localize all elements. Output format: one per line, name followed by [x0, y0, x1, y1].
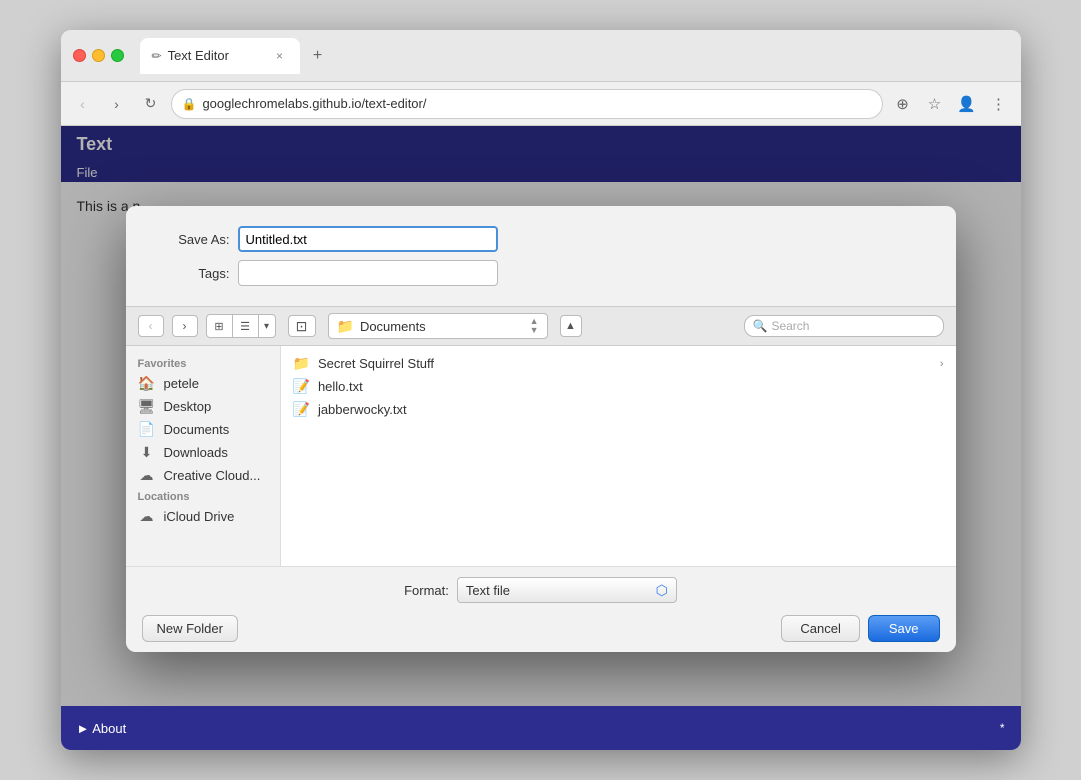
folder-icon-secret: 📁 [293, 355, 310, 372]
file-icon-jabberwocky: 📝 [293, 401, 310, 418]
icloud-icon: ☁ [138, 508, 156, 525]
location-text: Documents [360, 319, 426, 334]
bookmark-icon[interactable]: ☆ [921, 90, 949, 118]
icon-view-button[interactable]: ⊞ [207, 315, 233, 337]
menu-icon[interactable]: ⋮ [985, 90, 1013, 118]
view-toggle: ⊞ ☰ ▾ [206, 314, 276, 338]
dialog-overlay: Save As: Tags: ‹ › ⊞ ☰ ▾ [61, 126, 1021, 706]
save-button[interactable]: Save [868, 615, 940, 642]
format-row: Format: Text file ⬡ [142, 577, 940, 603]
sidebar-label-icloud: iCloud Drive [164, 509, 235, 524]
favorites-section-label: Favorites [126, 354, 280, 372]
file-item-jabberwocky[interactable]: 📝 jabberwocky.txt [281, 398, 956, 421]
sidebar-label-documents: Documents [164, 422, 230, 437]
tags-row: Tags: [150, 260, 932, 286]
back-button[interactable]: ‹ [69, 90, 97, 118]
file-list: 📁 Secret Squirrel Stuff › 📝 hello.txt 📝 … [281, 346, 956, 566]
refresh-button[interactable]: ↻ [137, 90, 165, 118]
home-icon: 🏠 [138, 375, 156, 392]
location-dropdown[interactable]: 📁 Documents ▲▼ [328, 313, 548, 339]
sidebar-item-documents[interactable]: 📄 Documents [126, 418, 280, 441]
save-as-label: Save As: [150, 232, 230, 247]
expand-button[interactable]: ▲ [560, 315, 582, 337]
title-bar: ✏ Text Editor × + [61, 30, 1021, 82]
search-box[interactable]: 🔍 Search [744, 315, 944, 337]
tab-close-button[interactable]: × [272, 48, 288, 64]
tab-bar: ✏ Text Editor × + [140, 38, 1009, 74]
page-content: Text File This is a n Save As: [61, 126, 1021, 750]
new-tab-button[interactable]: + [304, 42, 332, 70]
url-text: googlechromelabs.github.io/text-editor/ [202, 96, 426, 111]
active-tab[interactable]: ✏ Text Editor × [140, 38, 300, 74]
filename-input[interactable] [238, 226, 498, 252]
sidebar-label-petele: petele [164, 376, 199, 391]
close-traffic-light[interactable] [73, 49, 86, 62]
file-item-hello[interactable]: 📝 hello.txt [281, 375, 956, 398]
file-item-secret-squirrel[interactable]: 📁 Secret Squirrel Stuff › [281, 352, 956, 375]
traffic-lights [73, 49, 124, 62]
list-view-button[interactable]: ☰ [233, 315, 259, 337]
format-select[interactable]: Text file ⬡ [457, 577, 677, 603]
format-arrows-icon: ⬡ [656, 582, 668, 599]
new-folder-top-button[interactable]: ⊡ [288, 315, 316, 337]
save-as-row: Save As: [150, 226, 932, 252]
dialog-top: Save As: Tags: [126, 206, 956, 306]
file-name-hello: hello.txt [318, 379, 363, 394]
cancel-button[interactable]: Cancel [781, 615, 859, 642]
search-icon: 🔍 [753, 319, 768, 333]
sidebar-item-creative-cloud[interactable]: ☁ Creative Cloud... [126, 464, 280, 487]
save-dialog: Save As: Tags: ‹ › ⊞ ☰ ▾ [126, 206, 956, 652]
dialog-toolbar: ‹ › ⊞ ☰ ▾ ⊡ 📁 Documents ▲▼ ▲ [126, 306, 956, 346]
file-icon-hello: 📝 [293, 378, 310, 395]
tags-label: Tags: [150, 266, 230, 281]
sidebar-label-creative-cloud: Creative Cloud... [164, 468, 261, 483]
dialog-footer: Format: Text file ⬡ New Folder Cancel Sa… [126, 566, 956, 652]
forward-button[interactable]: › [103, 90, 131, 118]
sidebar-label-downloads: Downloads [164, 445, 228, 460]
downloads-icon: ⬇ [138, 444, 156, 461]
cloud-icon: ☁ [138, 467, 156, 484]
file-name-secret: Secret Squirrel Stuff [318, 356, 434, 371]
minimize-traffic-light[interactable] [92, 49, 105, 62]
account-icon[interactable]: 👤 [953, 90, 981, 118]
sidebar-item-downloads[interactable]: ⬇ Downloads [126, 441, 280, 464]
lock-icon: 🔒 [182, 97, 197, 111]
sidebar-item-petele[interactable]: 🏠 petele [126, 372, 280, 395]
dialog-forward-button[interactable]: › [172, 315, 198, 337]
location-folder-icon: 📁 [337, 318, 354, 335]
tab-title: Text Editor [168, 48, 229, 63]
url-bar[interactable]: 🔒 googlechromelabs.github.io/text-editor… [171, 89, 883, 119]
address-bar: ‹ › ↻ 🔒 googlechromelabs.github.io/text-… [61, 82, 1021, 126]
dropdown-arrows-icon: ▲▼ [530, 317, 539, 335]
action-buttons: Cancel Save [781, 615, 939, 642]
file-name-jabberwocky: jabberwocky.txt [318, 402, 407, 417]
dialog-buttons: New Folder Cancel Save [142, 615, 940, 642]
folder-arrow-icon: › [940, 358, 944, 370]
dialog-body: Favorites 🏠 petele 🖥 Desktop 📄 Documents [126, 346, 956, 566]
browser-window: ✏ Text Editor × + ‹ › ↻ 🔒 googlechromela… [61, 30, 1021, 750]
footer-star: * [1000, 721, 1005, 735]
search-placeholder: Search [771, 319, 809, 333]
locations-section-label: Locations [126, 487, 280, 505]
desktop-icon: 🖥 [138, 398, 156, 415]
app-footer: ► About * [61, 706, 1021, 750]
sidebar-label-desktop: Desktop [164, 399, 212, 414]
profile-icon[interactable]: ⊕ [889, 90, 917, 118]
dialog-back-button[interactable]: ‹ [138, 315, 164, 337]
toolbar-icons: ⊕ ☆ 👤 ⋮ [889, 90, 1013, 118]
dialog-sidebar: Favorites 🏠 petele 🖥 Desktop 📄 Documents [126, 346, 281, 566]
tags-input[interactable] [238, 260, 498, 286]
format-label: Format: [404, 583, 449, 598]
view-dropdown-button[interactable]: ▾ [259, 315, 275, 337]
new-folder-button[interactable]: New Folder [142, 615, 238, 642]
documents-icon: 📄 [138, 421, 156, 438]
sidebar-item-icloud[interactable]: ☁ iCloud Drive [126, 505, 280, 528]
format-value: Text file [466, 583, 510, 598]
sidebar-item-desktop[interactable]: 🖥 Desktop [126, 395, 280, 418]
about-label[interactable]: ► About [77, 721, 127, 736]
maximize-traffic-light[interactable] [111, 49, 124, 62]
tab-icon: ✏ [152, 49, 162, 63]
